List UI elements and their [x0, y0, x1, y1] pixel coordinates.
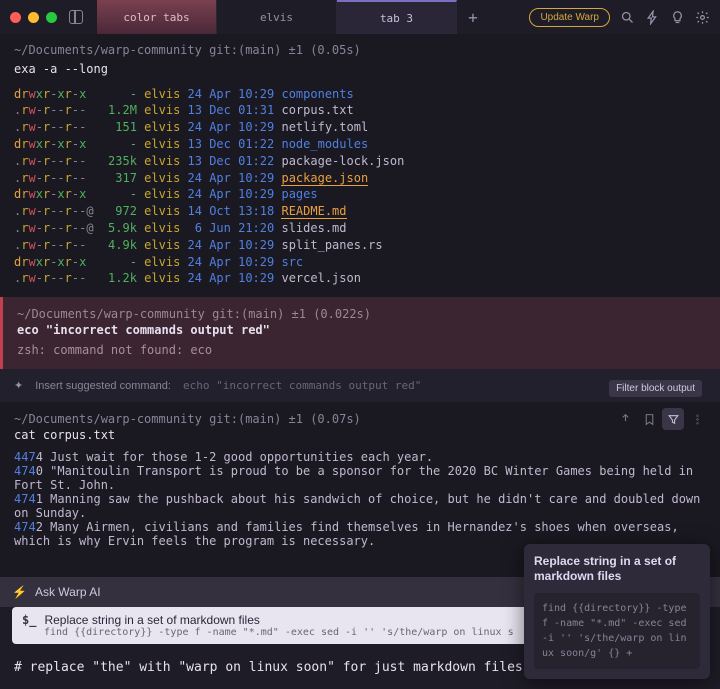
title-bar: color tabs elvis tab 3 + Update Warp	[0, 0, 720, 34]
error-output: zsh: command not found: eco	[17, 343, 706, 357]
command: exa -a --long	[14, 61, 706, 78]
ls-output: drwxr-xr-x - elvis 24 Apr 10:29 componen…	[14, 86, 706, 288]
suggested-command: echo "incorrect commands output red"	[183, 379, 421, 392]
new-tab-button[interactable]: +	[457, 0, 489, 34]
block-2-error: ~/Documents/warp-community git:(main) ±1…	[0, 297, 720, 369]
preview-code: find {{directory}} -type f -name "*.md" …	[534, 593, 700, 669]
share-icon[interactable]	[614, 408, 636, 430]
prompt: ~/Documents/warp-community git:(main) ±1…	[14, 412, 706, 426]
ls-row: drwxr-xr-x - elvis 24 Apr 10:29 src	[14, 254, 706, 271]
sparkle-icon: ✦	[14, 379, 23, 392]
ls-row: .rw-r--r-- 151 elvis 24 Apr 10:29 netlif…	[14, 119, 706, 136]
corpus-output: 4474 Just wait for those 1-2 good opport…	[14, 450, 706, 548]
close-window-button[interactable]	[10, 12, 21, 23]
command: cat corpus.txt	[14, 428, 706, 442]
ls-row: .rw-r--r-- 1.2k elvis 24 Apr 10:29 verce…	[14, 270, 706, 287]
corpus-line: 4741 Manning saw the pushback about his …	[14, 492, 706, 520]
block-3: Filter block output ~/Documents/warp-com…	[0, 402, 720, 548]
prompt-icon: $_	[22, 613, 36, 627]
ls-row: .rw-r--r-- 1.2M elvis 13 Dec 01:31 corpu…	[14, 102, 706, 119]
block-1: ~/Documents/warp-community git:(main) ±1…	[0, 34, 720, 287]
ls-row: .rw-r--r-- 4.9k elvis 24 Apr 10:29 split…	[14, 237, 706, 254]
bottom-panel: ⚡ Ask Warp AI $_ Replace string in a set…	[0, 577, 720, 689]
bookmark-icon[interactable]	[638, 408, 660, 430]
corpus-line: 4474 Just wait for those 1-2 good opport…	[14, 450, 706, 464]
filter-icon[interactable]	[662, 408, 684, 430]
ask-ai-label: Ask Warp AI	[35, 585, 101, 599]
filter-tooltip: Filter block output	[609, 380, 702, 397]
ls-row: drwxr-xr-x - elvis 13 Dec 01:22 node_mod…	[14, 136, 706, 153]
ls-row: drwxr-xr-x - elvis 24 Apr 10:29 componen…	[14, 86, 706, 103]
window-controls	[10, 12, 57, 23]
prompt: ~/Documents/warp-community git:(main) ±1…	[14, 42, 706, 59]
preview-title: Replace string in a set of markdown file…	[534, 554, 700, 585]
maximize-window-button[interactable]	[46, 12, 57, 23]
tab-elvis[interactable]: elvis	[217, 0, 337, 34]
ls-row: .rw-r--r-- 235k elvis 13 Dec 01:22 packa…	[14, 153, 706, 170]
update-warp-button[interactable]: Update Warp	[529, 8, 610, 27]
search-icon[interactable]	[620, 10, 635, 25]
preview-card: Replace string in a set of markdown file…	[524, 544, 710, 679]
bolt-icon[interactable]	[645, 10, 660, 25]
tab-color-tabs[interactable]: color tabs	[97, 0, 217, 34]
ls-row: drwxr-xr-x - elvis 24 Apr 10:29 pages	[14, 186, 706, 203]
ls-row: .rw-r--r-- 317 elvis 24 Apr 10:29 packag…	[14, 170, 706, 187]
tab-3[interactable]: tab 3	[337, 0, 457, 34]
prompt: ~/Documents/warp-community git:(main) ±1…	[17, 307, 706, 321]
toolbar-right: Update Warp	[529, 8, 710, 27]
suggest-label: Insert suggested command:	[35, 380, 171, 392]
corpus-line: 4740 "Manitoulin Transport is proud to b…	[14, 464, 706, 492]
gear-icon[interactable]	[695, 10, 710, 25]
command: eco "incorrect commands output red"	[17, 323, 706, 337]
more-icon[interactable]	[686, 408, 708, 430]
suggestion-title: Replace string in a set of markdown file…	[44, 613, 259, 627]
minimize-window-button[interactable]	[28, 12, 39, 23]
ls-row: .rw-r--r--@ 972 elvis 14 Oct 13:18 READM…	[14, 203, 706, 220]
panel-toggle-icon[interactable]	[69, 10, 83, 24]
bulb-icon[interactable]	[670, 10, 685, 25]
ls-row: .rw-r--r--@ 5.9k elvis 6 Jun 21:20 slide…	[14, 220, 706, 237]
bolt-icon: ⚡	[12, 585, 27, 599]
block-actions	[614, 408, 708, 430]
tab-bar: color tabs elvis tab 3 +	[97, 0, 529, 34]
